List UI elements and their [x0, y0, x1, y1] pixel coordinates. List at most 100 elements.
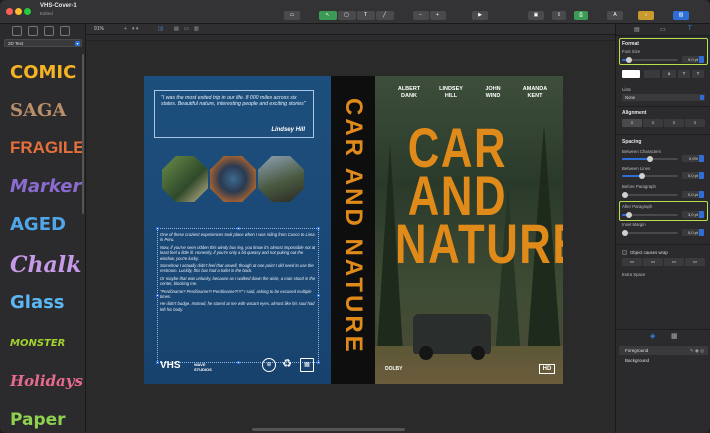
font-sample-saga[interactable]: SAGA — [10, 100, 80, 121]
before-paragraph-field[interactable]: 0,0 pt — [682, 191, 704, 198]
layout-stack-icon[interactable]: ▥ — [194, 26, 199, 32]
shapes-library-icon[interactable] — [44, 26, 54, 36]
object-causes-wrap-checkbox[interactable] — [622, 250, 627, 255]
fonts-control[interactable]: A Fonts — [606, 3, 624, 28]
align-center-icon[interactable]: ≡ — [643, 119, 663, 127]
media-tracks-icon[interactable]: ♪ — [638, 11, 654, 20]
font-sample-marker[interactable]: Marker — [10, 176, 81, 197]
view-control[interactable]: ▭ View — [283, 3, 301, 28]
media-library-icon[interactable] — [60, 26, 70, 36]
text-tab-icon[interactable]: T — [688, 26, 692, 32]
sidebar-scrollbar[interactable] — [82, 54, 84, 214]
inset-margin-field[interactable]: 0,0 pt — [682, 229, 704, 236]
font-sample-glass[interactable]: Glass — [10, 292, 80, 313]
zoom-window-button[interactable] — [24, 8, 31, 15]
preview-icon[interactable]: ▶ — [472, 11, 488, 20]
line-tool-icon[interactable]: ╱ — [375, 11, 394, 20]
style-button[interactable] — [644, 70, 660, 78]
close-window-button[interactable] — [6, 8, 13, 15]
arrange-tab-icon[interactable]: ▭ — [660, 26, 666, 33]
photo-road[interactable] — [210, 156, 256, 202]
align-left-icon[interactable]: ≡ — [622, 119, 642, 127]
wrap-mode-icon[interactable]: ▭ — [664, 258, 684, 266]
between-lines-slider[interactable] — [622, 173, 678, 179]
preview-mode-control[interactable]: ▶ Preview Mode — [463, 3, 497, 28]
align-justify-icon[interactable]: ≡ — [685, 119, 705, 127]
quote-box[interactable]: "I was the most exited trip in our life.… — [154, 90, 314, 138]
align-right-icon[interactable]: ≡ — [664, 119, 684, 127]
view-icon[interactable]: ▭ — [284, 11, 300, 20]
layers-tab-icon[interactable]: ◈ — [650, 332, 655, 340]
zoom-in-icon[interactable]: + — [429, 11, 446, 20]
body-text[interactable]: One of these craziest experiences took p… — [160, 232, 316, 314]
between-characters-field[interactable]: 0,0% — [682, 155, 704, 162]
inspector-control[interactable]: ▥ Inspector — [666, 3, 696, 28]
font-size-field[interactable]: 9,0 pt — [682, 56, 704, 63]
resize-handle[interactable] — [237, 227, 240, 230]
grid-tab-icon[interactable]: ▦ — [671, 332, 678, 340]
font-category-select[interactable]: 2D Text ▾ — [4, 39, 82, 47]
layer-row[interactable]: Background — [619, 356, 708, 365]
before-paragraph-slider[interactable] — [621, 192, 678, 198]
font-sample-fragile[interactable]: FRAGILE — [10, 138, 85, 158]
image-library-icon[interactable] — [12, 26, 22, 36]
shape-tool-icon[interactable]: ▢ — [337, 11, 356, 20]
resize-handle[interactable] — [317, 294, 320, 297]
minimize-window-button[interactable] — [15, 8, 22, 15]
share-control[interactable]: ⇪ Share — [551, 3, 567, 28]
between-lines-field[interactable]: 0,0 pt — [682, 172, 704, 179]
font-size-slider[interactable] — [622, 57, 678, 63]
after-paragraph-field[interactable]: 3,0 pt — [682, 211, 704, 218]
layer-row[interactable]: Foreground ✎ ◉ ◎ — [619, 346, 708, 355]
photo-tent[interactable] — [162, 156, 208, 202]
select-tool-icon[interactable]: ↖ — [318, 11, 337, 20]
style-button[interactable]: T — [692, 70, 704, 78]
resize-handle[interactable] — [317, 227, 320, 230]
layout-spread-icon[interactable]: ▭ — [184, 26, 189, 32]
page-options-icon[interactable]: ▾ ▾ — [132, 26, 138, 32]
print-icon[interactable]: ⎙ — [574, 11, 588, 20]
share-icon[interactable]: ⇪ — [552, 11, 566, 20]
lists-select[interactable]: None — [622, 94, 705, 101]
zoom-out-icon[interactable]: − — [412, 11, 429, 20]
photo-cabin[interactable] — [258, 156, 304, 202]
spine-title[interactable]: CAR AND NATURE — [335, 98, 371, 368]
print-control[interactable]: ⎙ Print — [573, 3, 589, 28]
inset-margin-slider[interactable] — [621, 230, 678, 236]
insert-control[interactable]: ▣ Insert — [526, 3, 546, 28]
font-sample-monster[interactable]: MONSTER — [10, 338, 80, 349]
font-sample-holidays[interactable]: Holidays — [10, 372, 83, 390]
font-sample-aged[interactable]: AGED — [10, 214, 80, 235]
document-tab-icon[interactable]: ▤ — [634, 26, 640, 33]
resize-handle[interactable] — [156, 294, 159, 297]
horizontal-scrollbar[interactable] — [252, 428, 405, 431]
back-cover[interactable]: "I was the most exited trip in our life.… — [144, 76, 331, 384]
inspector-icon[interactable]: ▥ — [673, 11, 689, 20]
layout-single-icon[interactable]: ▯▯ — [158, 26, 164, 32]
insert-icon[interactable]: ▣ — [528, 11, 544, 20]
between-characters-slider[interactable] — [622, 156, 678, 162]
layer-options-icon[interactable]: ✎ ◉ ◎ — [690, 346, 704, 355]
media-tracks-control[interactable]: ♪ Media Tracks — [628, 3, 664, 28]
wrap-mode-icon[interactable]: ▭ — [685, 258, 705, 266]
font-sample-comic[interactable]: COMIC — [10, 62, 80, 83]
spine[interactable]: CAR AND NATURE — [331, 76, 375, 384]
text-library-icon[interactable] — [28, 26, 38, 36]
text-tool-icon[interactable]: T — [356, 11, 375, 20]
font-sample-chalk[interactable]: Chalk — [10, 252, 81, 278]
fonts-icon[interactable]: A — [607, 11, 623, 20]
add-page-icon[interactable]: + — [124, 26, 127, 32]
zoom-level-select[interactable]: 91% — [94, 26, 104, 32]
font-sample-paper[interactable]: Paper — [10, 410, 80, 430]
front-title[interactable]: CAR AND NATURE — [395, 120, 563, 272]
wrap-mode-icon[interactable]: ▭ — [643, 258, 663, 266]
after-paragraph-slider[interactable] — [622, 212, 678, 218]
layout-grid-icon[interactable]: ▤ — [174, 26, 179, 32]
wrap-mode-icon[interactable]: ▭ — [622, 258, 642, 266]
text-color-well[interactable] — [622, 70, 640, 78]
resize-handle[interactable] — [156, 227, 159, 230]
style-button[interactable]: T — [678, 70, 690, 78]
front-cover[interactable]: ALBERT DANK LINDSEY HILL JOHN WIND AMANDA K… — [375, 76, 563, 384]
style-button[interactable]: a — [662, 70, 676, 78]
canvas-area[interactable]: 91% + ▾ ▾ ▯▯ ▤ ▭ ▥ "I was the most exite… — [86, 24, 615, 433]
